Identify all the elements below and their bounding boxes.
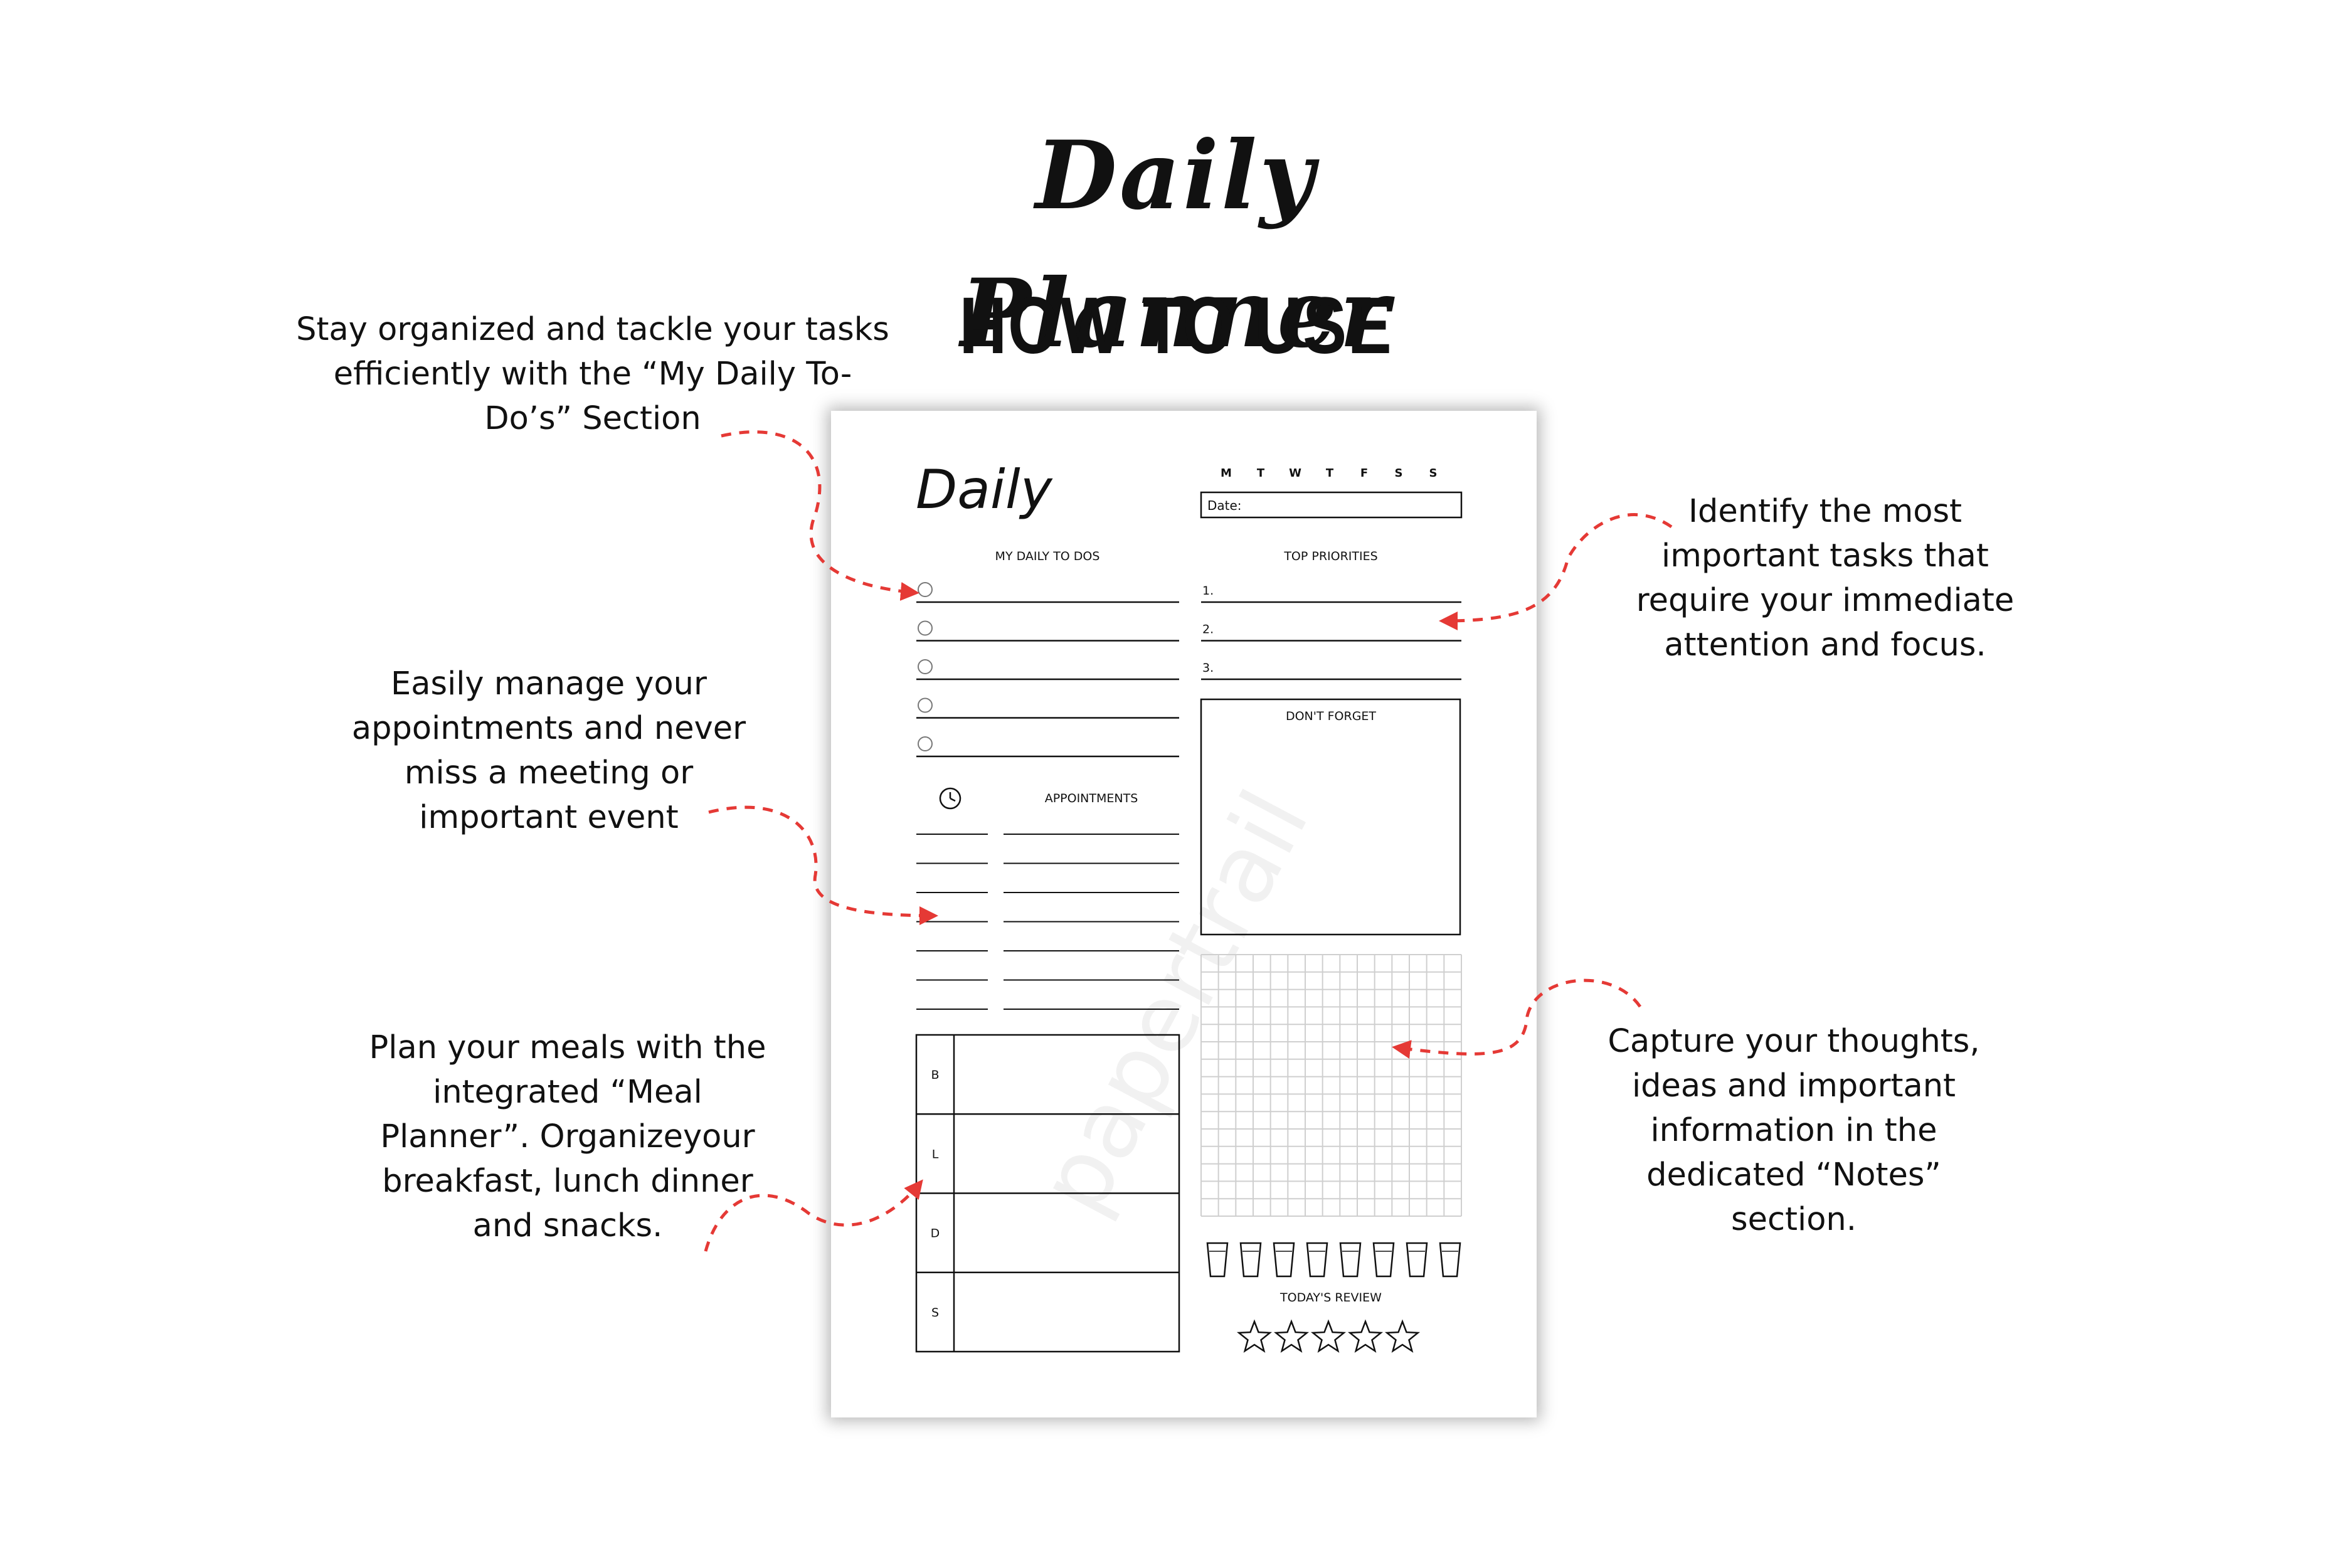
todos-title: MY DAILY TO DOS — [995, 549, 1100, 563]
water-glass-icon[interactable] — [1439, 1242, 1461, 1278]
star-icon[interactable] — [1310, 1319, 1347, 1353]
todo-checkbox[interactable] — [918, 697, 933, 713]
todo-list — [916, 582, 1179, 758]
star-icon[interactable] — [1273, 1319, 1310, 1353]
weekday-row: MTWTFSS — [1221, 467, 1437, 480]
todo-checkbox[interactable] — [918, 736, 933, 751]
weekday-label[interactable]: S — [1395, 467, 1403, 480]
star-icon[interactable] — [1347, 1319, 1384, 1353]
meals-annotation: Plan your meals with the integrated “Mea… — [369, 1029, 766, 1244]
date-label: Date: — [1207, 498, 1242, 513]
todo-checkbox[interactable] — [918, 659, 933, 674]
weekday-label[interactable]: S — [1429, 467, 1438, 480]
water-glass-icon[interactable] — [1406, 1242, 1428, 1278]
todo-checkbox[interactable] — [918, 620, 933, 636]
priorities-annotation: Identify the most important tasks that r… — [1636, 493, 2015, 664]
water-glass-icon[interactable] — [1339, 1242, 1362, 1278]
weekday-label[interactable]: T — [1326, 467, 1334, 480]
weekday-label[interactable]: T — [1257, 467, 1265, 480]
star-icon[interactable] — [1384, 1319, 1421, 1353]
water-glass-icon[interactable] — [1273, 1242, 1295, 1278]
priority-number: 2. — [1202, 623, 1214, 637]
meal-entry[interactable] — [954, 1035, 1179, 1114]
water-tracker — [1206, 1242, 1461, 1278]
star-icon[interactable] — [1236, 1319, 1273, 1353]
review-stars — [1236, 1319, 1421, 1353]
water-glass-icon[interactable] — [1206, 1242, 1229, 1278]
weekday-label[interactable]: W — [1289, 467, 1301, 480]
priority-list: 1. 2. 3. — [1201, 584, 1461, 681]
planner-sheet-graphic: papertrail Daily MTWTFSS Date: MY DAILY … — [915, 458, 1463, 1353]
meal-label: L — [932, 1147, 939, 1161]
notes-annotation: Capture your thoughts, ideas and importa… — [1608, 1023, 1980, 1238]
water-glass-icon[interactable] — [1239, 1242, 1262, 1278]
meal-entry[interactable] — [954, 1114, 1179, 1193]
priorities-title: TOP PRIORITIES — [1283, 549, 1377, 563]
appointments-annotation: Easily manage your appointments and neve… — [351, 665, 746, 836]
meal-label: D — [931, 1227, 940, 1241]
weekday-label[interactable]: M — [1221, 467, 1232, 480]
dont-forget-title: DON'T FORGET — [1286, 709, 1376, 723]
meal-planner: B L D S — [915, 1034, 1180, 1353]
how-to-use-heading: HOW TO USE — [959, 281, 1393, 371]
todo-checkbox[interactable] — [918, 582, 933, 597]
page-title: Daily Planner — [960, 120, 1392, 369]
weekday-label[interactable]: F — [1360, 467, 1368, 480]
planner-sheet: papertrail Daily MTWTFSS Date: MY DAILY … — [831, 411, 1537, 1417]
priority-number: 3. — [1202, 661, 1214, 675]
meal-entry[interactable] — [954, 1194, 1179, 1273]
water-glass-icon[interactable] — [1306, 1242, 1328, 1278]
todos-annotation: Stay organized and tackle your tasks eff… — [296, 311, 889, 437]
meal-entry[interactable] — [954, 1273, 1179, 1352]
review-title: TODAY'S REVIEW — [1279, 1291, 1382, 1305]
water-glass-icon[interactable] — [1372, 1242, 1395, 1278]
planner-heading: Daily — [916, 458, 1053, 521]
priority-number: 1. — [1202, 584, 1214, 598]
meal-label: B — [931, 1068, 939, 1082]
meal-label: S — [931, 1306, 939, 1320]
appointments-title: APPOINTMENTS — [1045, 792, 1138, 805]
